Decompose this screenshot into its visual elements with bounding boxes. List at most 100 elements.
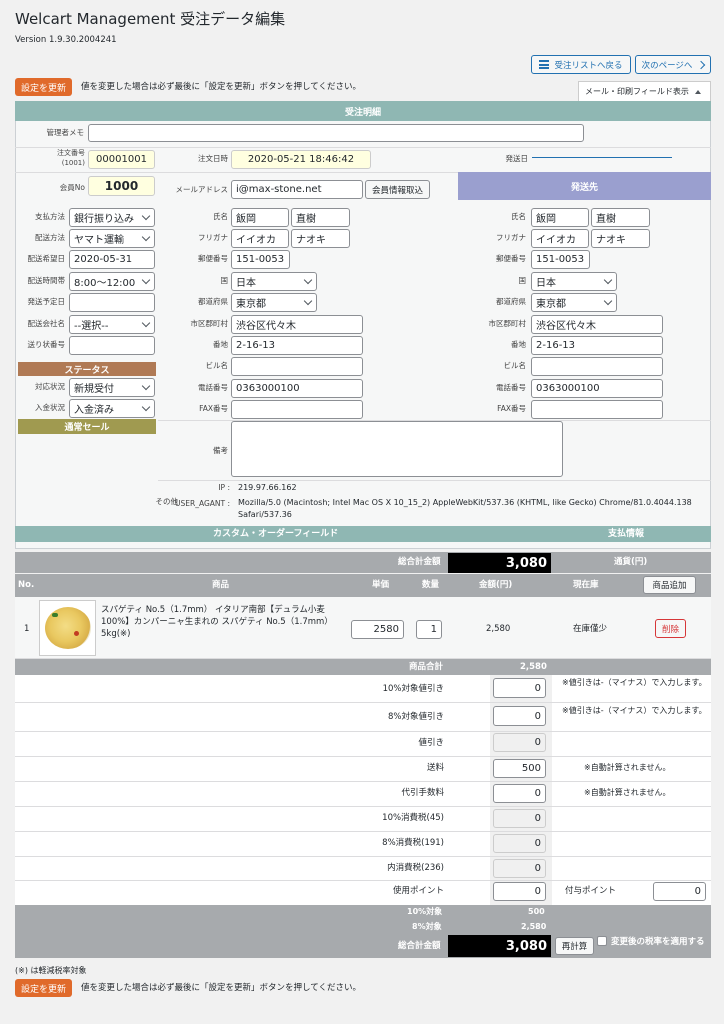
use-points-label: 使用ポイント [392,886,444,896]
cust-kana-sei-field[interactable]: イイオカ [231,229,289,248]
ship-city-field[interactable]: 渋谷区代々木 [531,315,663,334]
fee-tax-inner-field[interactable]: 0 [493,859,546,878]
order-no-label: 注文番号(1001) [57,149,85,167]
pay-status-label: 入金状況 [35,403,65,412]
fee-shipping-field[interactable]: 500 [493,759,546,778]
ua-value-1: Mozilla/5.0 (Macintosh; Intel Mac OS X 1… [238,498,692,507]
fee-cod-field[interactable]: 0 [493,784,546,803]
ship-pref-label: 都道府県 [496,297,526,306]
use-points-field[interactable]: 0 [493,882,546,901]
fee-discount10-field[interactable]: 0 [493,678,546,698]
fee-label-discount10: 10%対象値引き [382,684,444,694]
order-detail-header: 受注明細 [15,101,711,121]
ship-tel-label: 電話番号 [496,383,526,392]
ship-date-field[interactable] [532,157,672,158]
item-name: スパゲティ No.5（1.7mm） イタリア南部【デュラム小麦100%】カンパー… [101,605,333,639]
ship-fax-field[interactable] [531,400,663,419]
email-label: メールアドレス [175,185,229,194]
payment-select[interactable]: 銀行振り込み [69,208,155,227]
cust-name-label: 氏名 [213,212,228,221]
version-text: Version 1.9.30.2004241 [15,35,117,45]
add-product-button[interactable]: 商品追加 [643,576,696,594]
fee-tax8-field[interactable]: 0 [493,834,546,853]
cust-bldg-label: ビル名 [205,361,229,370]
cust-mei-field[interactable]: 直樹 [291,208,350,227]
ship-kana-mei-field[interactable]: ナオキ [591,229,650,248]
fee-discount8-field[interactable]: 0 [493,706,546,726]
fee-discount8-note: ※値引きは-（マイナス）で入力します。 [562,706,707,715]
ship-date-label: 発送日 [505,154,529,163]
email-field[interactable]: i@max-stone.net [231,180,363,199]
ship-tel-field[interactable]: 0363000100 [531,379,663,398]
recalc-button[interactable]: 再計算 [555,937,594,955]
cust-pref-select[interactable]: 東京都 [231,293,317,312]
note-textarea[interactable] [231,421,563,477]
ship-plan-field[interactable] [69,293,155,312]
update-note-top: 値を変更した場合は必ず最後に「設定を更新」ボタンを押してください。 [81,82,361,92]
delivery-select[interactable]: ヤマト運輸 [69,229,155,248]
next-page-button[interactable]: 次のページへ [635,55,711,74]
pay-status-select[interactable]: 入金済み [69,399,155,418]
cust-bldg-field[interactable] [231,357,363,376]
tax10-value: 500 [528,907,545,916]
delete-item-button[interactable]: 削除 [655,619,686,638]
member-no-field[interactable]: 1000 [88,176,155,196]
fee-label-tax10: 10%消費税(45) [382,813,444,823]
mail-print-toggle[interactable]: メール・印刷フィールド表示 [578,81,711,101]
delivery-label: 配送方法 [35,233,65,242]
note-label: 備考 [213,446,228,455]
item-price-field[interactable]: 2580 [351,620,404,639]
carrier-label: 配送会社名 [27,319,66,328]
ip-label: IP : [218,483,230,492]
fee-tax10-field[interactable]: 0 [493,809,546,828]
memo-label: 管理者メモ [46,128,85,137]
item-qty-field[interactable]: 1 [416,620,442,639]
fee-discount-field[interactable]: 0 [493,733,546,752]
ship-pref-select[interactable]: 東京都 [531,293,617,312]
memo-field[interactable] [88,124,584,142]
ship-zip-label: 郵便番号 [496,254,526,263]
time-select[interactable]: 8:00〜12:00 [69,272,155,291]
order-no-field[interactable]: 00001001 [88,150,155,169]
tracking-field[interactable] [69,336,155,355]
item-no: 1 [24,624,30,634]
cust-kana-mei-field[interactable]: ナオキ [291,229,350,248]
payment-info-header: 支払情報 [608,529,645,539]
ship-bldg-field[interactable] [531,357,663,376]
cust-city-field[interactable]: 渋谷区代々木 [231,315,363,334]
payment-label: 支払方法 [35,212,65,221]
product-thumbnail [39,600,96,656]
grant-points-field[interactable]: 0 [653,882,706,901]
fee-label-cod: 代引手数料 [401,788,444,798]
cust-country-select[interactable]: 日本 [231,272,317,291]
ship-zip-field[interactable]: 151-0053 [531,250,590,269]
member-fetch-button[interactable]: 会員情報取込 [365,180,430,199]
caret-up-icon [694,89,701,94]
update-button-bottom[interactable]: 設定を更新 [15,979,72,997]
resp-status-select[interactable]: 新規受付 [69,378,155,397]
cust-street-field[interactable]: 2-16-13 [231,336,363,355]
sale-badge: 通常セール [18,419,156,434]
cust-zip-field[interactable]: 151-0053 [231,250,290,269]
apply-rate-checkbox[interactable] [597,936,607,946]
cust-sei-field[interactable]: 飯岡 [231,208,289,227]
cust-fax-field[interactable] [231,400,363,419]
fee-label-tax-inner: 内消費税(236) [387,863,444,873]
order-date-label: 注文日時 [198,154,228,163]
cust-fax-label: FAX番号 [199,404,228,413]
wish-date-field[interactable]: 2020-05-31 [69,250,155,269]
ship-mei-field[interactable]: 直樹 [591,208,650,227]
total-value-top: 3,080 [448,553,551,573]
carrier-select[interactable]: --選択-- [69,315,155,334]
cust-tel-field[interactable]: 0363000100 [231,379,363,398]
order-date-field[interactable]: 2020-05-21 18:46:42 [231,150,371,169]
ship-street-field[interactable]: 2-16-13 [531,336,663,355]
cust-country-label: 国 [220,276,229,285]
ship-country-select[interactable]: 日本 [531,272,617,291]
ship-sei-field[interactable]: 飯岡 [531,208,589,227]
update-button-top[interactable]: 設定を更新 [15,78,72,96]
back-to-list-button[interactable]: 受注リストへ戻る [531,55,631,74]
col-amount: 金額(円) [479,580,513,590]
ship-kana-sei-field[interactable]: イイオカ [531,229,589,248]
status-header: ステータス [18,362,156,376]
